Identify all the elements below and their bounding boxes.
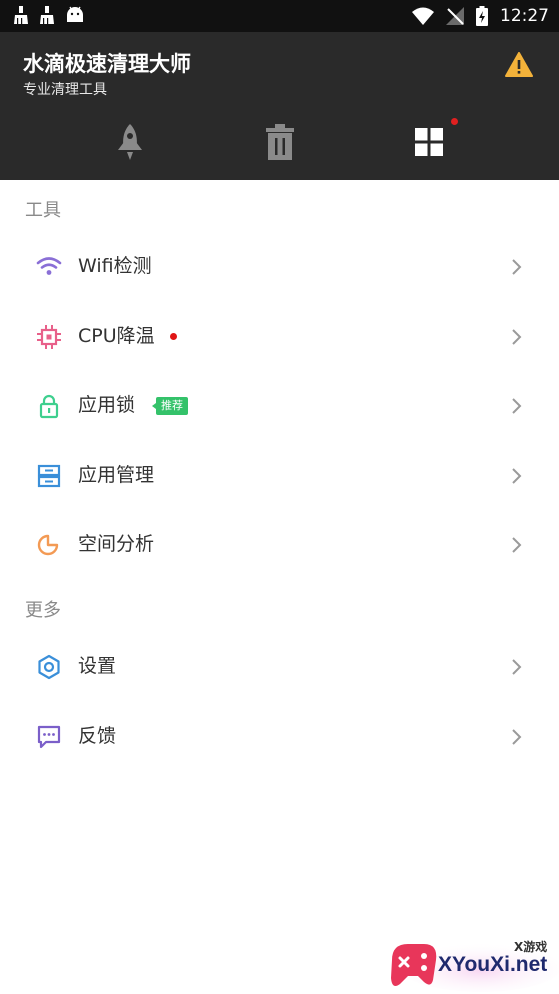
- lock-icon: [39, 394, 59, 419]
- chevron-right-icon: [512, 398, 522, 414]
- chevron-right-icon: [512, 729, 522, 745]
- tab-tools[interactable]: [405, 118, 453, 166]
- rocket-icon: [118, 124, 142, 160]
- section-header-more: 更多: [25, 600, 61, 621]
- tab-clean[interactable]: [256, 118, 304, 166]
- chevron-right-icon: [512, 259, 522, 275]
- app-title: 水滴极速清理大师: [23, 52, 191, 76]
- list-item-label: 空间分析: [78, 533, 155, 555]
- list-item-label: 应用锁: [78, 394, 136, 416]
- list-item-label: CPU降温: [78, 325, 155, 347]
- trash-icon: [266, 124, 294, 160]
- chevron-right-icon: [512, 329, 522, 345]
- list-item-settings[interactable]: 设置: [0, 632, 559, 702]
- list-item-label: 设置: [78, 655, 117, 677]
- wifi-icon: [36, 257, 62, 275]
- pie-chart-icon: [37, 534, 59, 556]
- gear-icon: [38, 654, 60, 680]
- recommend-badge: 推荐: [152, 397, 188, 415]
- warning-icon[interactable]: [505, 52, 533, 78]
- status-bar-right: 12:27: [412, 4, 549, 28]
- status-time: 12:27: [500, 6, 549, 26]
- app-header: 水滴极速清理大师 专业清理工具: [0, 32, 559, 180]
- android-icon: [67, 6, 83, 22]
- list-item-label: Wifi检测: [78, 255, 152, 277]
- list-item-feedback[interactable]: 反馈: [0, 702, 559, 772]
- chevron-right-icon: [512, 537, 522, 553]
- no-signal-icon: [446, 7, 464, 25]
- list-item-wifi-check[interactable]: Wifi检测: [0, 232, 559, 302]
- list-item-app-lock[interactable]: 应用锁 推荐: [0, 371, 559, 441]
- grid-icon: [415, 128, 443, 156]
- status-bar: 12:27: [0, 0, 559, 32]
- cleaner-notification-icon: [40, 6, 54, 24]
- cpu-icon: [37, 325, 61, 349]
- wifi-icon: [412, 7, 434, 25]
- chevron-right-icon: [512, 659, 522, 675]
- list-item-app-manage[interactable]: 应用管理: [0, 441, 559, 511]
- list-item-label: 反馈: [78, 725, 117, 747]
- app-subtitle: 专业清理工具: [23, 82, 107, 98]
- list-item-label: 应用管理: [78, 464, 155, 486]
- watermark-en-text: XYouXi.net: [438, 953, 548, 976]
- notification-dot: [170, 333, 177, 340]
- tab-speedup[interactable]: [106, 118, 154, 166]
- list-item-cpu-cooling[interactable]: CPU降温: [0, 302, 559, 372]
- status-bar-left: [14, 6, 84, 24]
- tab-tools-dot: [451, 118, 458, 125]
- feedback-icon: [37, 725, 61, 749]
- cleaner-notification-icon: [14, 6, 28, 24]
- section-header-tools: 工具: [25, 200, 61, 221]
- battery-charging-icon: [476, 6, 488, 26]
- chevron-right-icon: [512, 468, 522, 484]
- app-manage-icon: [37, 464, 61, 488]
- list-item-space-analysis[interactable]: 空间分析: [0, 510, 559, 580]
